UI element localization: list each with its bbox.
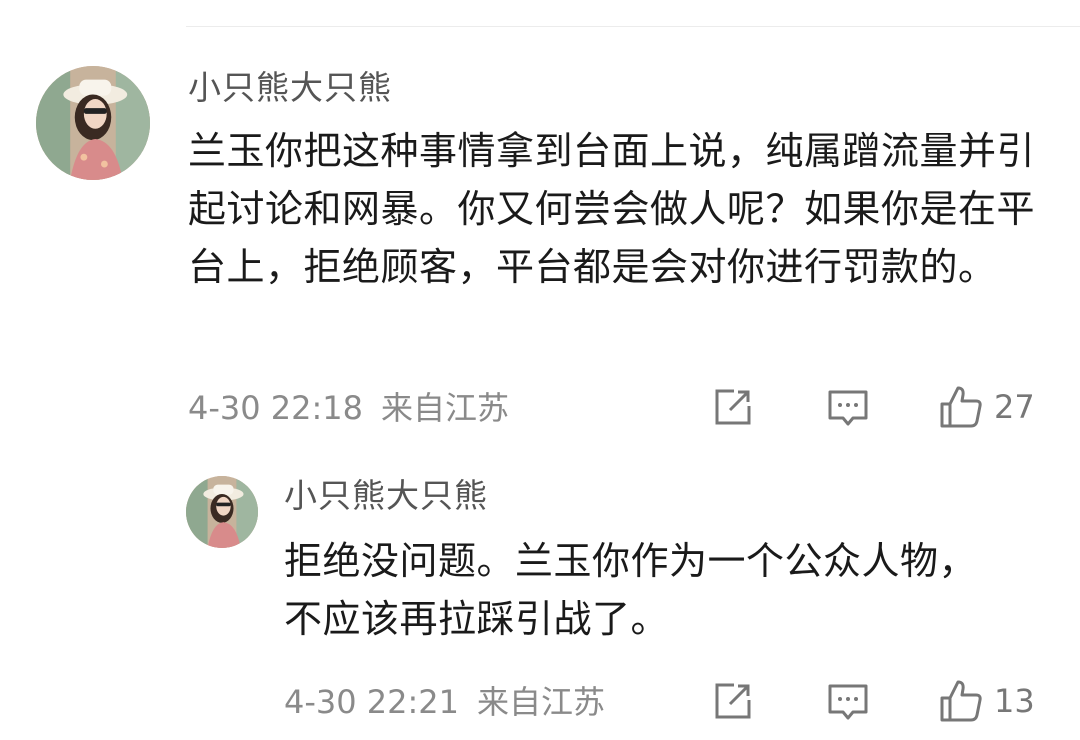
comment-location: 来自江苏 [381,389,510,427]
avatar-image [36,66,150,180]
avatar[interactable] [36,66,150,180]
share-icon [715,389,751,425]
comment-username[interactable]: 小只熊大只熊 [188,68,392,108]
avatar-image [186,476,258,548]
comment-content: 兰玉你把这种事情拿到台面上说，纯属蹭流量并引起讨论和网暴。你又何尝会做人呢？如果… [188,129,1036,289]
comment-icon [828,684,868,720]
avatar[interactable] [186,476,258,548]
like-button[interactable]: 13 [938,678,1035,724]
share-button[interactable] [712,680,754,722]
share-button[interactable] [712,386,754,428]
comment-date: 4-30 22:18 [188,389,364,427]
comment-content: 拒绝没问题。兰玉你作为一个公众人物，不应该再拉踩引战了。 [284,539,978,641]
thumbs-up-icon [940,386,982,428]
thumbs-up-icon [940,680,982,722]
reply-button[interactable] [826,680,870,724]
like-count: 27 [994,388,1035,426]
comment-icon [828,390,868,426]
comment-date: 4-30 22:21 [284,683,460,721]
comment-location: 来自江苏 [477,683,606,721]
like-button[interactable]: 27 [938,384,1035,430]
top-divider [186,26,1080,27]
comment-meta: 4-30 22:18 来自江苏 [188,388,509,428]
comment-username[interactable]: 小只熊大只熊 [284,476,488,516]
like-count: 13 [994,682,1035,720]
comment-meta: 4-30 22:21 来自江苏 [284,682,605,722]
share-icon [715,683,751,719]
reply-button[interactable] [826,386,870,430]
